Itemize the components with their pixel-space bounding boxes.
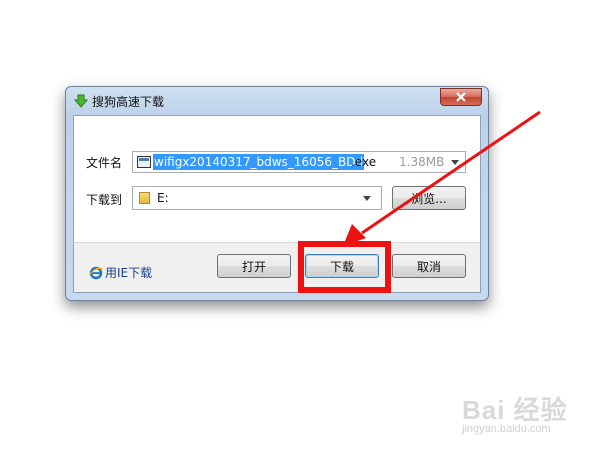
close-x-icon (456, 92, 466, 102)
filename-field[interactable]: wifigx20140317_bdws_16056_BDd .exe 1.38M… (132, 151, 466, 173)
open-button[interactable]: 打开 (217, 254, 291, 278)
close-button[interactable] (440, 88, 482, 106)
download-dir-value: E: (157, 191, 169, 205)
download-dir-select[interactable]: E: (132, 186, 382, 210)
dir-dropdown-icon[interactable] (363, 196, 371, 201)
download-dialog: 搜狗高速下载 文件名 wifigx20140317_bdws_16056_BDd… (65, 86, 489, 301)
baidu-watermark: Bai 经验 jingyan.baidu.com (462, 390, 568, 435)
filename-extension[interactable]: .exe (351, 155, 376, 169)
download-arrow-icon (74, 94, 88, 108)
filename-dropdown-icon[interactable] (451, 160, 459, 165)
title-bar[interactable]: 搜狗高速下载 (66, 87, 488, 115)
cancel-button[interactable]: 取消 (392, 254, 466, 278)
exe-file-icon (137, 156, 151, 168)
watermark-url: jingyan.baidu.com (462, 423, 551, 435)
filename-selected-text[interactable]: wifigx20140317_bdws_16056_BDd (153, 154, 365, 170)
filename-label: 文件名 (86, 156, 123, 170)
folder-icon (139, 192, 150, 204)
dialog-body: 文件名 wifigx20140317_bdws_16056_BDd .exe 1… (73, 115, 481, 293)
file-size: 1.38MB (399, 155, 445, 169)
ie-download-text[interactable]: 用IE下载 (105, 264, 152, 281)
download-to-label: 下载到 (86, 193, 123, 207)
download-button[interactable]: 下载 (305, 254, 379, 278)
browse-button[interactable]: 浏览... (392, 186, 466, 210)
ie-logo-icon (89, 266, 103, 279)
dialog-title: 搜狗高速下载 (92, 95, 165, 109)
watermark-brand: Bai 经验 (462, 395, 568, 425)
ie-download-link[interactable]: 用IE下载 (89, 264, 152, 281)
